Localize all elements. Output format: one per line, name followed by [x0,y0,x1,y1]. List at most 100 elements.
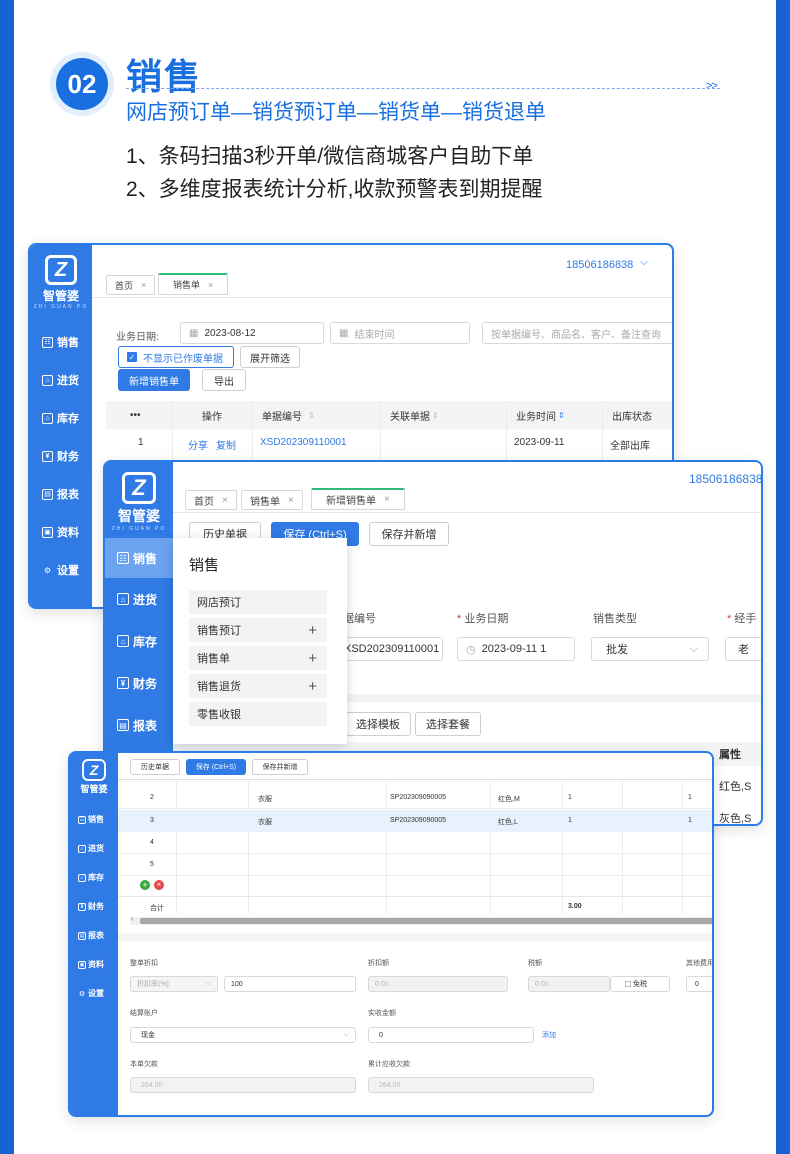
flyout-item-sales-return[interactable]: 销售退货 + [189,674,327,698]
sidebar-item-purchase[interactable]: ⌂ 进货 [105,578,173,620]
horizontal-scrollbar[interactable]: ‹ [130,916,712,925]
biz-date-input[interactable]: ◷ 2023-09-11 1 [457,637,575,661]
expand-filter-button[interactable]: 展开筛选 [240,346,300,368]
sidebar-item-sales[interactable]: ☷ 销售 [70,805,118,834]
copy-link[interactable]: 复制 [216,437,236,452]
table-row[interactable]: 5 [118,854,712,876]
table-row[interactable]: 3 衣服 SP202309090005 红色,L 1 1 [118,810,712,832]
user-phone[interactable]: 18506186838 [689,472,761,486]
sidebar-item-purchase[interactable]: ⌂ 进货 [30,361,92,399]
sidebar-item-finance[interactable]: ¥ 财务 [70,892,118,921]
row-actions: + × [140,880,164,890]
flyout-item-online-preorder[interactable]: 网店预订 [189,590,327,614]
sidebar-item-inventory[interactable]: ⌂ 库存 [105,620,173,662]
close-icon[interactable]: × [208,280,213,290]
new-sales-order-button[interactable]: 新增销售单 [118,369,190,391]
sidebar-item-report[interactable]: ▤ 报表 [70,921,118,950]
order-code-link[interactable]: XSD202309110001 [260,437,347,448]
share-link[interactable]: 分享 [188,437,208,452]
tax-input[interactable]: 0.00 [528,976,610,992]
table-row[interactable]: 1 分享 复制 XSD202309110001 2023-09-11 全部出库 [106,431,672,457]
add-account-link[interactable]: 添加 [542,1030,556,1040]
sidebar-item-settings[interactable]: ⚙ 设置 [30,551,92,589]
checkbox-icon [625,981,631,987]
flyout-item-sales-order[interactable]: 销售单 + [189,646,327,670]
delete-row-icon[interactable]: × [154,880,164,890]
discount-rate-select[interactable]: 折扣率(%) ⌵ [130,976,218,992]
code-field[interactable]: XSD202309110001 [335,637,443,661]
table-row[interactable]: 4 [118,832,712,854]
tab-new-sales-order[interactable]: 新增销售单 × [311,488,405,510]
sidebar-item-data[interactable]: ▣ 资料 [70,950,118,979]
account-select[interactable]: 现金 ⌵ [130,1027,356,1043]
tab-home[interactable]: 首页 × [185,490,237,510]
start-date-input[interactable]: ▦ 2023-08-12 [180,322,324,344]
sidebar-item-sales[interactable]: ☷ 销售 [105,538,173,578]
sidebar-item-inventory[interactable]: ⌂ 库存 [30,399,92,437]
sidebar-item-finance[interactable]: ¥ 财务 [30,437,92,475]
received-input[interactable]: 0 [368,1027,534,1043]
plus-icon[interactable]: + [308,678,317,695]
other-fee-input[interactable]: 0 [686,976,712,992]
sidebar-item-finance[interactable]: ¥ 财务 [105,662,173,704]
tab-home[interactable]: 首页 × [106,275,156,295]
col-code[interactable]: 单据编号 [262,408,302,423]
discount-rate-input[interactable]: 100 [224,976,356,992]
sort-icon[interactable]: ⇕ [558,411,565,420]
sidebar-item-purchase[interactable]: ⌂ 进货 [70,834,118,863]
close-icon[interactable]: × [222,495,228,506]
select-template-button[interactable]: 选择模板 [345,712,411,736]
sidebar-item-settings[interactable]: ⚙ 设置 [70,979,118,1008]
brand-sub: ZHI GUAN PO [111,526,167,532]
quantity: 1 [568,794,572,801]
sidebar-item-label: 财务 [57,451,79,463]
close-icon[interactable]: × [384,494,390,505]
hide-void-checkbox[interactable]: ✓ 不显示已作废单据 [118,346,234,368]
sales-type-select[interactable]: 批发 ⌵ [591,637,709,661]
scrollbar-thumb[interactable] [140,918,712,924]
handler-select[interactable]: 老 [725,637,761,661]
chevron-down-icon: ⌵ [689,642,698,655]
scroll-left-icon[interactable]: ‹ [131,916,133,923]
col-time[interactable]: 业务时间 [516,408,556,423]
export-button[interactable]: 导出 [202,369,246,391]
sidebar-menu: ☷ 销售 ⌂ 进货 ⌂ 库存 ¥ 财务 ▤ 报表 [105,538,173,746]
close-icon[interactable]: × [141,280,146,290]
flyout-item-sales-preorder[interactable]: 销售预订 + [189,618,327,642]
table-row[interactable]: 2 衣服 SP202309090005 红色,M 1 1 [118,787,712,809]
plus-icon[interactable]: + [308,650,317,667]
add-row-icon[interactable]: + [140,880,150,890]
col-related[interactable]: 关联单据 [390,408,430,423]
sidebar-item-report[interactable]: ▤ 报表 [30,475,92,513]
user-phone[interactable]: 18506186838 [566,259,633,271]
sidebar-item-label: 设置 [88,989,104,998]
row-number: 3 [150,817,154,824]
flyout-item-retail-checkout[interactable]: 零售收银 [189,702,327,726]
sidebar-item-sales[interactable]: ☷ 销售 [30,323,92,361]
tab-sales-order[interactable]: 销售单 × [241,490,303,510]
sidebar-item-inventory[interactable]: ⌂ 库存 [70,863,118,892]
discount-amount-label: 折扣额 [368,960,389,967]
tab-divider [173,512,761,513]
sidebar-item-report[interactable]: ▤ 报表 [105,704,173,746]
sidebar-menu: ☷ 销售 ⌂ 进货 ⌂ 库存 ¥ 财务 ▤ 报表 ▣ 资料 ⚙ 设置 [30,323,92,589]
tab-sales-order[interactable]: 销售单 × [158,273,229,295]
chevron-down-icon[interactable]: ⌵ [640,257,648,268]
attr-cell: 灰色,S [719,813,752,825]
purchase-icon: ⌂ [42,374,53,386]
search-input[interactable]: 按单据编号、商品名、客户、备注查询 [482,322,672,344]
select-package-button[interactable]: 选择套餐 [415,712,481,736]
discount-amount-input[interactable]: 0.00 [368,976,508,992]
sidebar-item-data[interactable]: ▣ 资料 [30,513,92,551]
end-date-input[interactable]: ▦ 结束时间 [330,322,470,344]
close-icon[interactable]: × [288,495,294,506]
sort-icon[interactable]: ⇕ [432,411,439,420]
history-button[interactable]: 历史单据 [130,759,180,775]
plus-icon[interactable]: + [308,622,317,639]
sort-icon[interactable]: ⇕ [308,411,315,420]
save-and-new-button[interactable]: 保存并新增 [369,522,449,546]
more-columns-icon[interactable]: ••• [130,410,141,421]
tax-free-toggle[interactable]: 免税 [610,976,670,992]
save-and-new-button[interactable]: 保存并新增 [252,759,308,775]
save-button[interactable]: 保存 (Ctrl+S) [186,759,246,775]
